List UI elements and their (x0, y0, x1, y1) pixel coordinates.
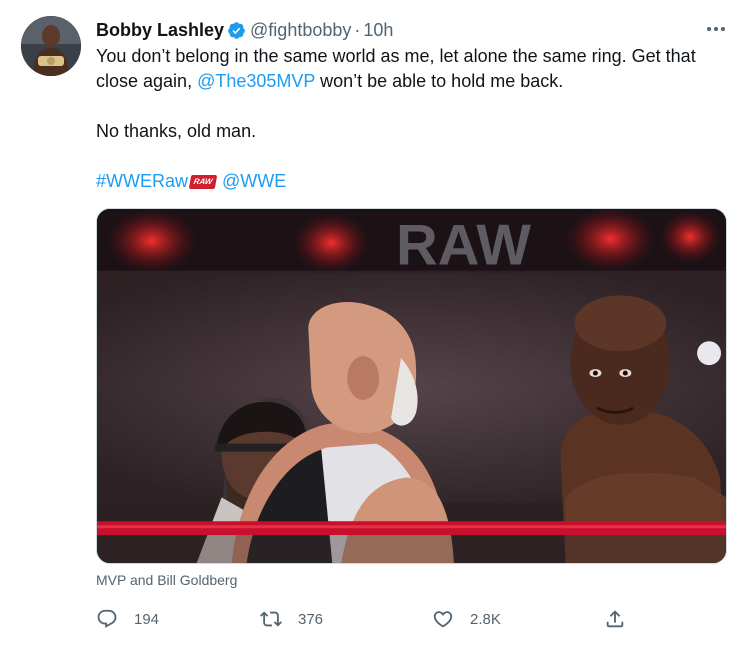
avatar-photo (21, 16, 81, 76)
media-caption: MVP and Bill Goldberg (96, 572, 238, 588)
raw-hashflag-icon: RAW (188, 174, 218, 189)
share-button[interactable] (604, 606, 626, 632)
tweet-timestamp[interactable]: 10h (363, 20, 393, 41)
share-icon (606, 610, 624, 628)
verified-badge-icon (227, 21, 246, 40)
mention-the305mvp[interactable]: @The305MVP (197, 71, 315, 91)
more-dot (714, 27, 718, 31)
reply-icon (97, 609, 117, 628)
mention-wwe[interactable]: @WWE (222, 169, 286, 194)
like-icon (433, 611, 453, 628)
like-count: 2.8K (470, 610, 501, 628)
reply-count: 194 (134, 610, 160, 628)
author-handle[interactable]: @fightbobby (250, 20, 351, 41)
tweet-text-line1-post: won’t be able to hold me back. (315, 71, 564, 91)
like-button[interactable]: 2.8K (432, 606, 501, 632)
backdrop-sign-text: RAW (396, 214, 531, 278)
tweet-tags: #WWERaw RAW @WWE (96, 169, 286, 194)
tweet-text-paragraph-2: No thanks, old man. (96, 121, 257, 141)
wrestlers-photo: RAW (97, 209, 726, 563)
retweet-count: 376 (298, 610, 324, 628)
separator-dot: · (354, 19, 361, 40)
more-icon[interactable] (704, 20, 728, 38)
author-display-name[interactable]: Bobby Lashley (96, 20, 224, 41)
reply-button[interactable]: 194 (96, 606, 159, 632)
retweet-button[interactable]: 376 (260, 606, 323, 632)
retweet-icon (260, 611, 282, 627)
avatar[interactable] (21, 16, 81, 76)
hashtag-wweraw[interactable]: #WWERaw (96, 169, 188, 194)
tweet-media-photo[interactable]: RAW (96, 208, 727, 564)
tweet-text: You don’t belong in the same world as me… (96, 44, 736, 94)
tweet-header: Bobby Lashley @fightbobby · 10h (96, 18, 393, 42)
tweet-actions: 194 376 2.8K (96, 606, 736, 632)
more-dot (707, 27, 711, 31)
more-dot (721, 27, 725, 31)
